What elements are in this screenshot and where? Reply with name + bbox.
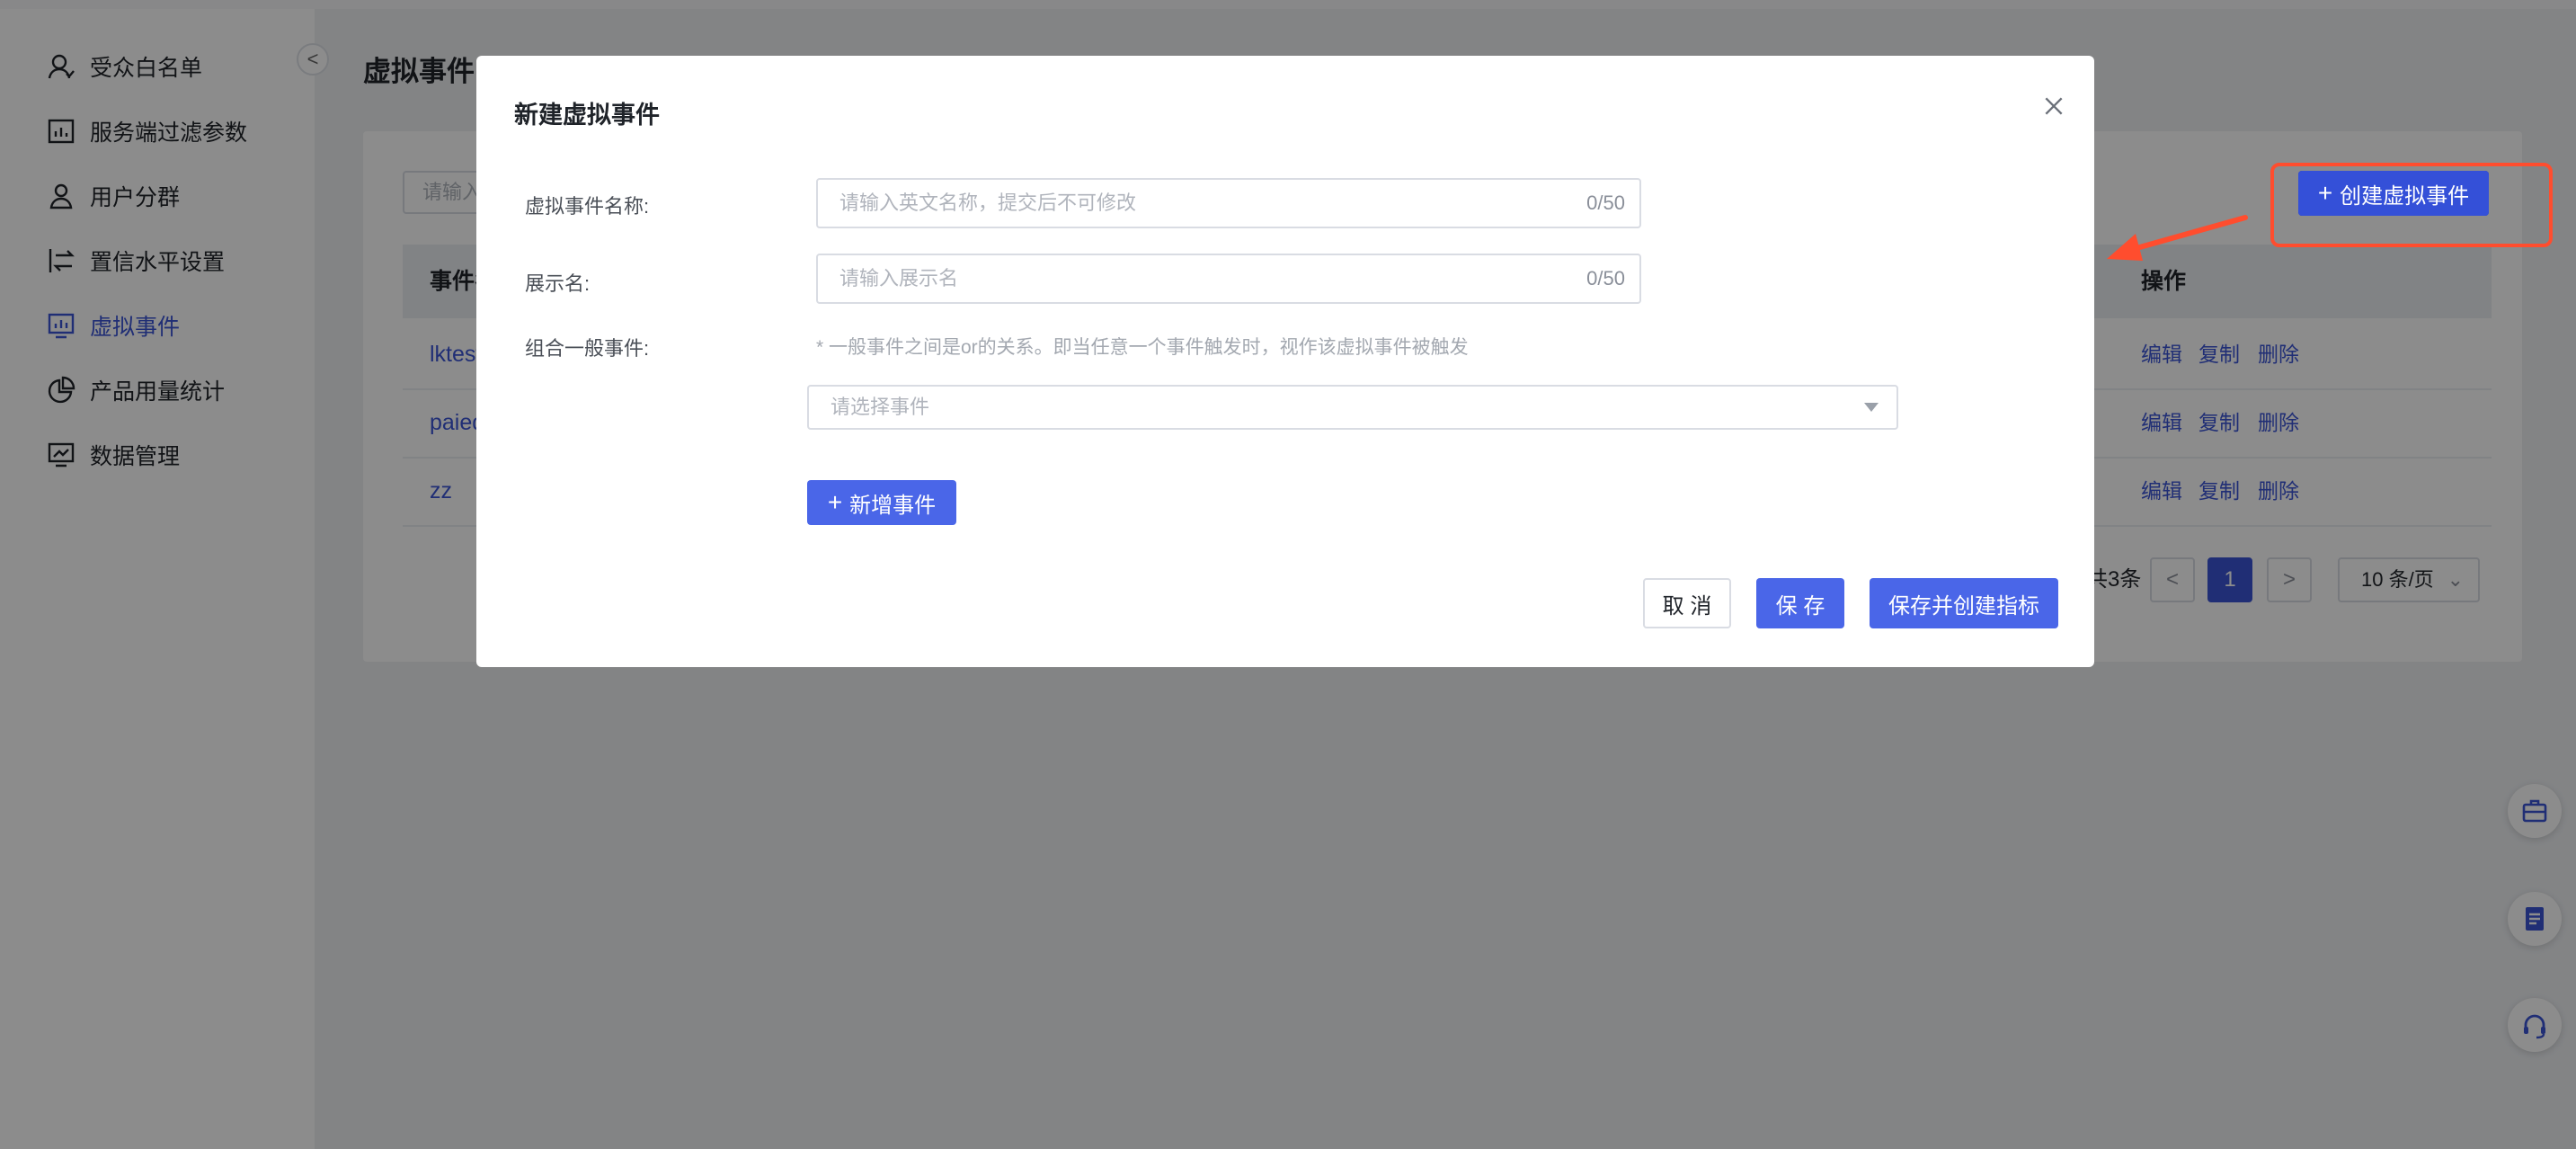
annotation-arrow-icon: [2107, 215, 2248, 261]
event-name-input[interactable]: 请输入英文名称，提交后不可修改 0/50: [816, 178, 1641, 228]
caret-down-icon: [1864, 403, 1879, 412]
combine-events-label: 组合一般事件:: [525, 337, 650, 360]
display-name-label: 展示名:: [525, 272, 591, 295]
combine-events-hint: * 一般事件之间是or的关系。即当任意一个事件触发时，视作该虚拟事件被触发: [816, 337, 1469, 358]
event-select[interactable]: 请选择事件: [807, 385, 1898, 430]
close-button[interactable]: [2034, 86, 2074, 126]
cancel-button[interactable]: 取 消: [1643, 578, 1731, 628]
display-name-input[interactable]: 请输入展示名 0/50: [816, 254, 1641, 304]
char-counter: 0/50: [1586, 192, 1625, 214]
char-counter: 0/50: [1586, 267, 1625, 289]
plus-icon: +: [827, 488, 843, 516]
new-virtual-event-dialog: 新建虚拟事件 虚拟事件名称: 请输入英文名称，提交后不可修改 0/50 展示名:…: [476, 56, 2094, 667]
event-name-label: 虚拟事件名称:: [525, 195, 650, 218]
close-icon: [2045, 97, 2063, 115]
plus-icon: +: [2317, 179, 2333, 207]
dialog-title: 新建虚拟事件: [514, 102, 660, 129]
add-event-button[interactable]: + 新增事件: [807, 480, 956, 525]
save-and-create-metric-button[interactable]: 保存并创建指标: [1870, 578, 2058, 628]
create-virtual-event-button-highlighted[interactable]: + 创建虚拟事件: [2298, 171, 2489, 216]
save-button[interactable]: 保 存: [1756, 578, 1844, 628]
